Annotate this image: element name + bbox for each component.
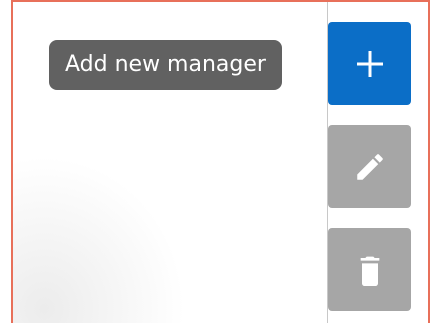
delete-manager-button[interactable] xyxy=(328,228,411,311)
trash-icon xyxy=(360,256,379,286)
pencil-icon xyxy=(356,153,383,180)
edit-manager-button[interactable] xyxy=(328,125,411,208)
add-manager-button[interactable] xyxy=(328,22,411,105)
add-manager-tooltip: Add new manager xyxy=(49,40,282,90)
plus-icon xyxy=(356,50,383,77)
